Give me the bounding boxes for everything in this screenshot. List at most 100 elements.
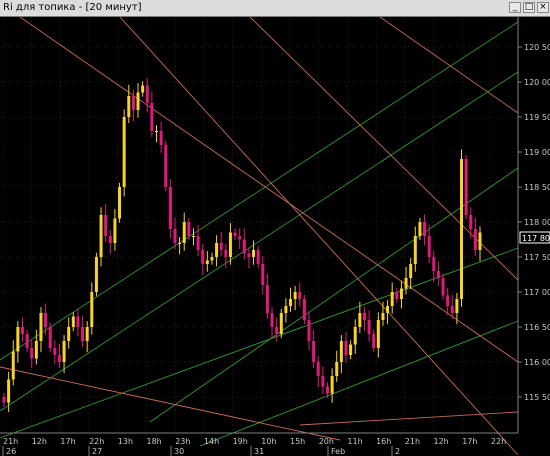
candle-body [455, 299, 459, 313]
price-tick-label: 119 000 [524, 148, 550, 157]
time-tick-label: 20h [319, 437, 334, 446]
candle-body [395, 292, 399, 299]
candle-body [381, 313, 385, 320]
price-tick-label: 120 000 [524, 78, 550, 87]
candle-body [150, 103, 154, 131]
candle-body [316, 362, 320, 376]
price-chart[interactable]: 120 500 120 000 119 500 119 000 118 500 118 0… [0, 17, 550, 456]
time-tick-label: 12h [434, 437, 449, 446]
candle-body [265, 285, 269, 313]
current-price-marker: 117 800 [519, 231, 550, 244]
candle-body [256, 250, 260, 264]
time-tick-label: 17h [462, 437, 477, 446]
candle-body [113, 218, 117, 243]
candle-body [136, 92, 140, 110]
candle-body [404, 278, 408, 289]
candle-body [127, 96, 131, 117]
trend-line-green [0, 71, 519, 412]
candle-body [270, 313, 274, 327]
candle-body [94, 257, 98, 292]
candle-body [307, 320, 311, 341]
candle-body [34, 341, 38, 359]
candle-body [238, 236, 242, 240]
candle-body [436, 271, 440, 278]
candle-body [25, 334, 29, 348]
price-tick-label: 116 000 [524, 358, 550, 367]
candle-body [122, 117, 126, 187]
time-tick-label: 10h [261, 437, 276, 446]
price-tick-label: 119 500 [524, 113, 550, 122]
candle-body [362, 313, 366, 320]
price-tick-label: 117 500 [524, 253, 550, 262]
candle-body [210, 257, 214, 261]
candle-body [473, 229, 477, 250]
candle-body [413, 236, 417, 264]
candle-body [464, 159, 468, 215]
candle-body [99, 215, 103, 257]
time-tick-label: 19h [233, 437, 248, 446]
time-tick-label: 17h [60, 437, 75, 446]
candle-body [219, 243, 223, 250]
trend-line-salmon [249, 17, 519, 281]
title-bar[interactable]: Ri для топика - [20 минут] _ □ × [0, 0, 550, 17]
day-label: 30 [174, 447, 184, 456]
maximize-icon[interactable]: □ [523, 2, 535, 13]
candle-body [261, 264, 265, 285]
candle-body [432, 257, 436, 271]
time-axis: 21h 12h 17h 22h 13h 18h 23h 14h 19h 10h 15h 20h 11h 1… [2, 437, 506, 456]
candle-body [173, 229, 177, 243]
time-tick-label: 21h [3, 437, 18, 446]
candle-body [353, 327, 357, 345]
candle-body [446, 295, 450, 306]
window-title: Ri для топика - [20 минут] [3, 2, 142, 13]
candle-body [205, 260, 209, 264]
candle-body [325, 386, 329, 394]
candle-body [85, 327, 89, 341]
candle-body [2, 397, 6, 403]
candle-body [293, 292, 297, 299]
candle-body [252, 250, 256, 257]
time-tick-label: 21h [405, 437, 420, 446]
price-tick-label: 115 500 [524, 393, 550, 402]
time-tick-label: 22h [89, 437, 104, 446]
candle-body [418, 222, 422, 236]
candle-body [53, 348, 57, 355]
candle-body [201, 250, 205, 264]
chart-grid [0, 17, 518, 433]
candle-body [71, 316, 75, 327]
candle-body [386, 306, 390, 313]
trend-line-salmon [0, 366, 341, 441]
candle-body [48, 327, 52, 348]
candle-body [76, 316, 80, 327]
candle-body [275, 327, 279, 334]
time-tick-label: 22h [491, 437, 506, 446]
candle-body [178, 243, 182, 244]
candle-body [390, 292, 394, 306]
candle-body [279, 313, 283, 334]
candle-body [441, 278, 445, 296]
chart-window: Ri для топика - [20 минут] _ □ × 120 500… [0, 0, 550, 456]
day-label: 31 [254, 447, 264, 456]
candle-body [330, 376, 334, 394]
candle-body [372, 334, 376, 348]
candle-body [427, 236, 431, 257]
trend-channels [0, 17, 519, 456]
candle-body [399, 288, 403, 299]
price-tick-label: 116 500 [524, 323, 550, 332]
candle-body [187, 222, 191, 236]
candle-body [90, 292, 94, 327]
candle-body [233, 232, 237, 236]
minimize-icon[interactable]: _ [509, 2, 521, 13]
candle-body [335, 362, 339, 376]
day-label: 27 [92, 447, 102, 456]
candle-body [242, 239, 246, 254]
candle-body [39, 313, 43, 341]
time-tick-label: 14h [204, 437, 219, 446]
close-icon[interactable]: × [537, 2, 549, 13]
candle-body [358, 313, 362, 327]
candle-body [376, 320, 380, 348]
candle-body [409, 264, 413, 278]
day-label: 2 [395, 447, 400, 456]
time-tick-label: 18h [147, 437, 162, 446]
candle-body [20, 327, 24, 334]
